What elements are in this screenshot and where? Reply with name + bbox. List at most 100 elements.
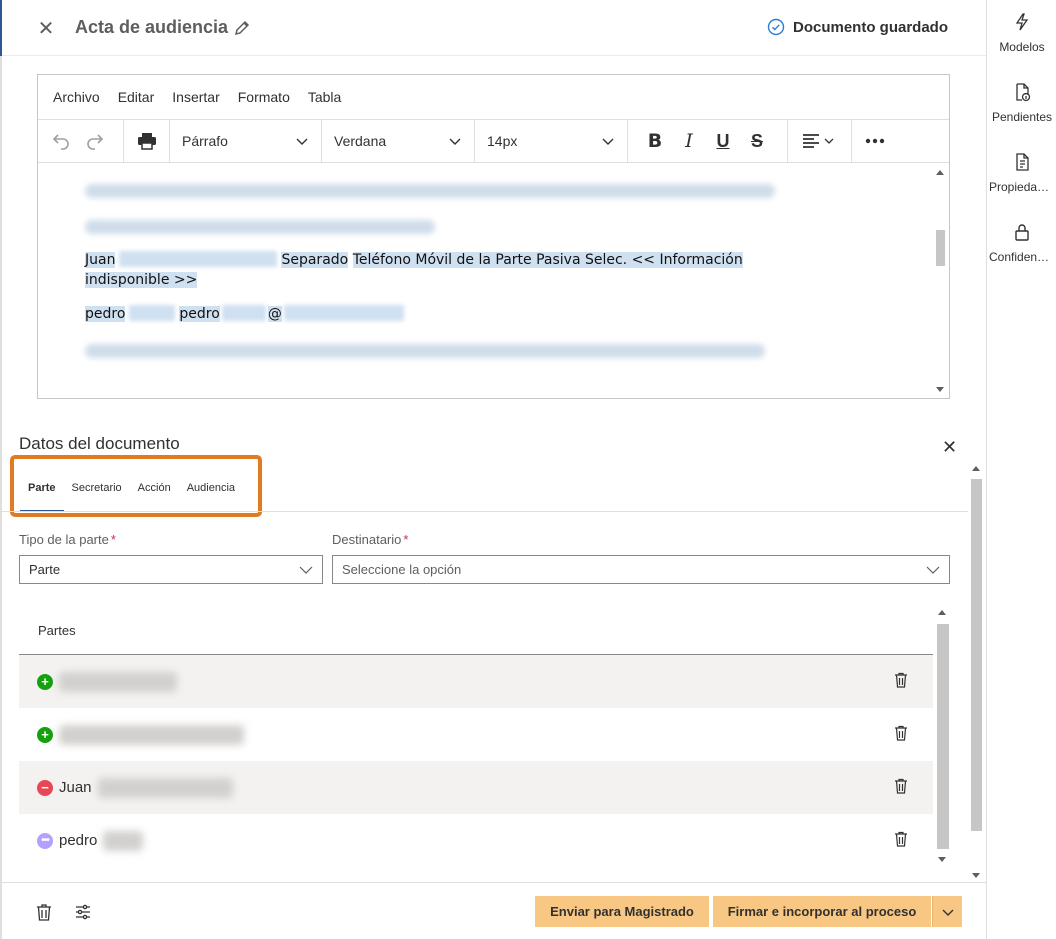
menu-tabla[interactable]: Tabla: [308, 89, 341, 105]
chevron-down-icon: [602, 138, 614, 145]
party-name: Juan: [85, 252, 116, 268]
close-icon[interactable]: ✕: [34, 16, 58, 40]
block-format-select[interactable]: Párrafo: [170, 119, 322, 163]
font-size-select[interactable]: 14px: [475, 119, 628, 163]
rail-item-confidencialidad[interactable]: Confidencialidad: [987, 222, 1056, 264]
trash-icon[interactable]: [894, 831, 908, 847]
editor-scrollbar[interactable]: [932, 164, 949, 398]
list-scrollbar[interactable]: [933, 606, 950, 866]
align-group: [788, 119, 852, 163]
scroll-thumb[interactable]: [971, 479, 982, 831]
required-marker: *: [403, 532, 409, 547]
list-item[interactable]: ••• pedro: [19, 814, 933, 867]
editor-content[interactable]: Juan Separado Teléfono Móvil de la Parte …: [43, 164, 932, 398]
redo-icon[interactable]: [78, 124, 112, 158]
trash-icon[interactable]: [894, 672, 908, 688]
add-circle-icon[interactable]: +: [37, 726, 53, 743]
tab-parte[interactable]: Parte: [20, 470, 64, 512]
italic-icon[interactable]: I: [672, 124, 706, 158]
scroll-down-icon[interactable]: [972, 873, 980, 878]
chevron-down-icon: [449, 138, 461, 145]
menu-formato[interactable]: Formato: [238, 89, 290, 105]
rail-item-pendientes[interactable]: Pendientes: [987, 82, 1056, 124]
destinatario-placeholder: Seleccione la opción: [342, 562, 462, 577]
email-at: @: [267, 306, 282, 322]
chevron-down-icon: [942, 909, 953, 916]
trash-icon[interactable]: [894, 778, 908, 794]
party-phone-placeholder-cont: indisponible >>: [85, 272, 198, 288]
redacted-name: [103, 830, 144, 851]
menu-insertar[interactable]: Insertar: [172, 89, 219, 105]
remove-circle-icon[interactable]: −: [37, 779, 53, 796]
print-icon[interactable]: [130, 124, 163, 158]
send-to-magistrate-button[interactable]: Enviar para Magistrado: [535, 896, 709, 927]
align-left-icon[interactable]: [794, 124, 844, 158]
editor-menubar: Archivo Editar Insertar Formato Tabla: [38, 75, 949, 120]
party-name: Juan: [59, 779, 92, 796]
list-item[interactable]: +: [19, 708, 933, 761]
panel-tabs: Parte Secretario Acción Audiencia: [20, 470, 243, 512]
redacted-name: [97, 777, 233, 798]
tab-accion[interactable]: Acción: [130, 470, 179, 512]
underline-icon[interactable]: U: [706, 124, 740, 158]
panel-scrollbar[interactable]: [968, 462, 985, 882]
scroll-thumb[interactable]: [936, 230, 945, 266]
tipo-parte-dropdown[interactable]: Parte: [19, 555, 323, 584]
scroll-up-icon[interactable]: [938, 610, 946, 615]
redacted-text: [283, 305, 404, 321]
scroll-up-icon[interactable]: [972, 466, 980, 471]
rail-item-propiedades[interactable]: Propiedades: [987, 152, 1056, 194]
paragraph-party-info: Juan Separado Teléfono Móvil de la Parte …: [85, 250, 932, 290]
rail-item-label: Propiedades: [989, 180, 1056, 194]
scroll-down-icon[interactable]: [938, 857, 946, 862]
settings-sliders-icon[interactable]: [74, 903, 92, 921]
rich-text-editor: Archivo Editar Insertar Formato Tabla Pá…: [37, 74, 950, 399]
strikethrough-icon[interactable]: S: [740, 124, 774, 158]
party-status: Separado: [281, 252, 349, 268]
tab-secretario[interactable]: Secretario: [64, 470, 130, 512]
undo-icon[interactable]: [44, 124, 78, 158]
font-family-select[interactable]: Verdana: [322, 119, 475, 163]
redacted-text: [221, 305, 266, 321]
document-header: ✕ Acta de audiencia Documento guardado: [2, 0, 986, 56]
block-format-value: Párrafo: [182, 133, 228, 149]
scroll-down-icon[interactable]: [936, 387, 944, 392]
partes-list-header: Partes: [19, 606, 933, 655]
lightning-icon: [1015, 13, 1029, 31]
edit-title-icon[interactable]: [232, 18, 252, 38]
rail-item-label: Confidencialidad: [989, 250, 1056, 264]
scroll-up-icon[interactable]: [936, 170, 944, 175]
menu-archivo[interactable]: Archivo: [53, 89, 100, 105]
sign-and-incorporate-button[interactable]: Firmar e incorporar al proceso: [713, 896, 931, 927]
print-group: [124, 119, 170, 163]
editor-toolbar: Párrafo Verdana 14px B I U S: [38, 119, 949, 163]
trash-icon[interactable]: [894, 725, 908, 741]
history-group: [38, 119, 124, 163]
text-style-group: B I U S: [628, 119, 788, 163]
blurred-text-line: [85, 184, 775, 198]
rail-item-modelos[interactable]: Modelos: [987, 12, 1056, 54]
tipo-parte-label: Tipo de la parte *: [19, 532, 116, 547]
party-phone-placeholder: Teléfono Móvil de la Parte Pasiva Selec.…: [352, 252, 743, 268]
add-circle-icon[interactable]: +: [37, 673, 53, 690]
close-panel-icon[interactable]: ✕: [942, 437, 962, 457]
list-item[interactable]: +: [19, 655, 933, 708]
redacted-text: [129, 305, 176, 321]
more-options-icon[interactable]: [858, 124, 892, 158]
rail-item-label: Pendientes: [991, 110, 1053, 124]
panel-title: Datos del documento: [19, 434, 180, 453]
font-size-value: 14px: [487, 133, 518, 149]
menu-editar[interactable]: Editar: [118, 89, 155, 105]
list-item[interactable]: − Juan: [19, 761, 933, 814]
delete-document-icon[interactable]: [35, 903, 53, 921]
chevron-down-icon: [926, 566, 940, 574]
bold-icon[interactable]: B: [638, 124, 672, 158]
required-marker: *: [110, 532, 116, 547]
destinatario-dropdown[interactable]: Seleccione la opción: [332, 555, 950, 584]
sign-options-dropdown[interactable]: [932, 896, 962, 927]
pending-circle-icon[interactable]: •••: [37, 832, 53, 849]
redacted-name: [59, 724, 244, 745]
scroll-thumb[interactable]: [937, 624, 949, 849]
tab-audiencia[interactable]: Audiencia: [179, 470, 243, 512]
redacted-name: [59, 671, 177, 692]
